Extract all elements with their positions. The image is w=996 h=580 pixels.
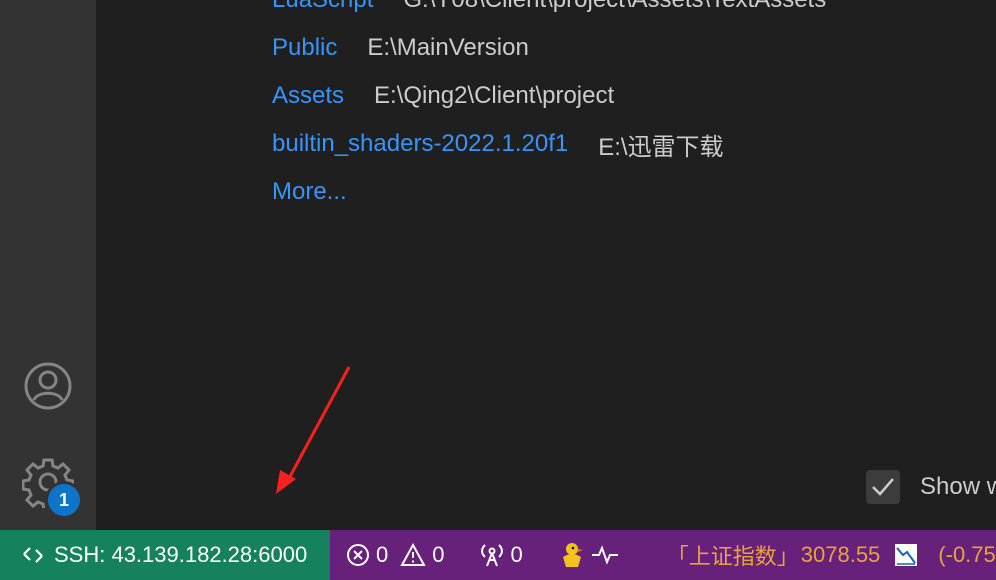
status-bar: SSH: 43.139.182.28:6000 0 0 0 「上证指数」 307… <box>0 530 996 580</box>
list-item: Assets E:\Qing2\Client\project <box>272 72 826 120</box>
recent-link[interactable]: Assets <box>272 82 344 110</box>
notification-badge: 1 <box>48 484 80 516</box>
list-item: LuaScript G:\Y08\Client\project\Assets\T… <box>272 0 826 24</box>
recent-path: E:\MainVersion <box>367 34 529 61</box>
show-welcome-row: Show w <box>866 468 996 506</box>
show-welcome-label: Show w <box>920 473 996 500</box>
radio-tower-icon <box>480 544 503 567</box>
recent-link[interactable]: Public <box>272 34 337 62</box>
recent-link[interactable]: LuaScript <box>272 0 373 14</box>
warning-count: 0 <box>432 542 445 567</box>
stock-chart-icon <box>895 544 918 566</box>
list-item: builtin_shaders-2022.1.20f1 E:\迅雷下载 <box>272 120 826 168</box>
pulse-icon <box>591 545 618 565</box>
vscode-window: 1 LuaScript G:\Y08\Client\project\Assets… <box>0 0 996 580</box>
account-icon[interactable] <box>22 360 74 412</box>
remote-icon <box>23 547 43 563</box>
warning-icon <box>400 543 426 566</box>
stock-value: 3078.55 <box>800 542 881 567</box>
chicken-icon <box>562 543 583 567</box>
welcome-editor: LuaScript G:\Y08\Client\project\Assets\T… <box>96 0 996 530</box>
recent-link[interactable]: builtin_shaders-2022.1.20f1 <box>272 130 568 158</box>
recent-path: G:\Y08\Client\project\Assets\TextAssets <box>403 0 826 14</box>
error-count: 0 <box>376 542 389 567</box>
more-link[interactable]: More... <box>272 168 347 216</box>
check-icon <box>872 478 894 496</box>
show-welcome-checkbox[interactable] <box>866 470 900 504</box>
stock-change: (-0.75 <box>938 542 996 567</box>
recent-path: E:\迅雷下载 <box>598 133 724 161</box>
problems-indicator[interactable]: 0 0 <box>346 530 445 580</box>
remote-indicator[interactable]: SSH: 43.139.182.28:6000 <box>0 530 330 580</box>
list-item: Public E:\MainVersion <box>272 24 826 72</box>
stock-indicator[interactable]: 「上证指数」 3078.55 (-0.75 <box>667 530 996 580</box>
extension-status[interactable] <box>559 530 625 580</box>
stock-name: 「上证指数」 <box>666 544 799 569</box>
recent-path: E:\Qing2\Client\project <box>374 82 615 109</box>
activity-bar: 1 <box>0 0 96 530</box>
ports-indicator[interactable]: 0 <box>479 530 523 580</box>
recent-list: LuaScript G:\Y08\Client\project\Assets\T… <box>272 0 826 168</box>
remote-label: SSH: 43.139.182.28:6000 <box>54 542 308 567</box>
ports-count: 0 <box>510 542 523 567</box>
error-icon <box>347 544 369 566</box>
